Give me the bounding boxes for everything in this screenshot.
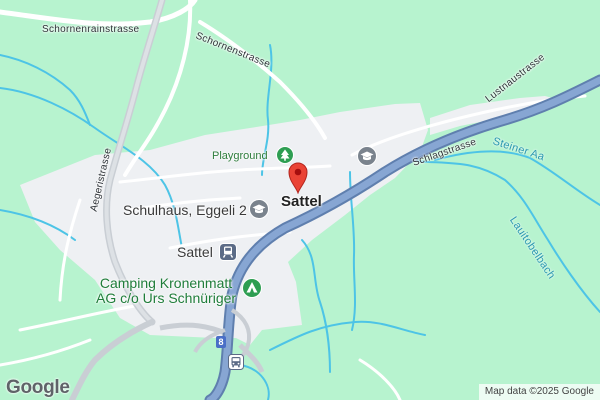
- bus-icon[interactable]: [228, 354, 244, 375]
- camping-name-line2: AG c/o Urs Schnüriger: [96, 290, 237, 306]
- poi-label-camping[interactable]: Camping Kronenmatt AG c/o Urs Schnüriger: [96, 276, 236, 306]
- map-canvas[interactable]: Schornenrainstrasse Schornenstrasse Aege…: [0, 0, 600, 400]
- street-label-schornenrainstrasse: Schornenrainstrasse: [42, 24, 140, 35]
- tent-icon[interactable]: [242, 278, 262, 303]
- route-shield: 8: [216, 336, 226, 348]
- town-label[interactable]: Sattel: [281, 193, 322, 210]
- poi-label-station[interactable]: Sattel: [177, 244, 213, 260]
- train-icon[interactable]: [219, 243, 237, 266]
- poi-label-school[interactable]: Schulhaus, Eggeli 2: [123, 202, 247, 218]
- map-attribution[interactable]: Map data ©2025 Google: [478, 384, 600, 400]
- camping-name-line1: Camping Kronenmatt: [99, 275, 233, 291]
- graduation-cap-icon[interactable]: [357, 146, 377, 171]
- poi-label-playground[interactable]: Playground: [212, 150, 268, 162]
- google-logo: Google: [6, 377, 70, 398]
- graduation-cap-icon[interactable]: [249, 199, 269, 224]
